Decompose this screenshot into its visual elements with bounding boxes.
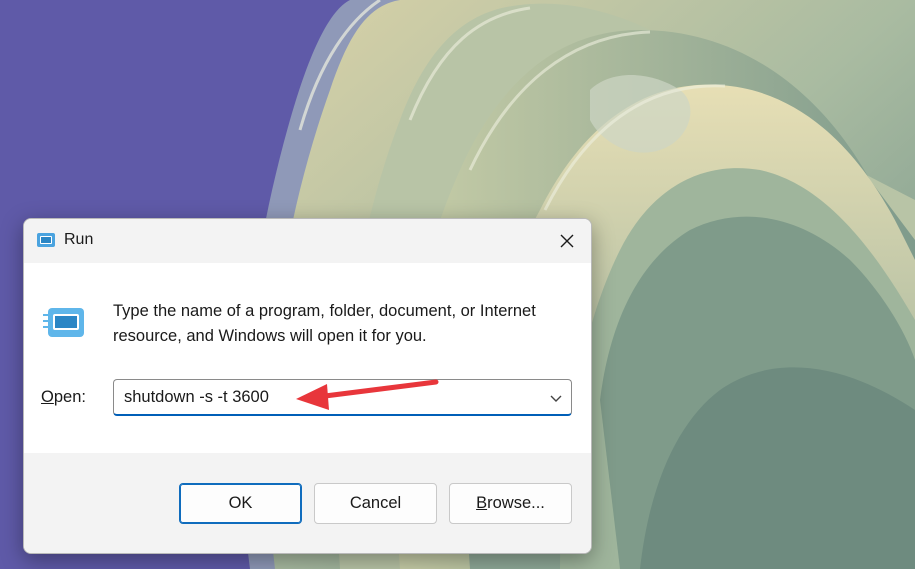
- ok-button[interactable]: OK: [179, 483, 302, 524]
- window-title: Run: [64, 231, 94, 248]
- run-app-icon: [36, 232, 56, 248]
- chevron-down-icon[interactable]: [549, 391, 563, 403]
- open-label: Open:: [41, 388, 86, 407]
- title-bar[interactable]: Run: [24, 219, 591, 263]
- open-combobox[interactable]: [113, 379, 572, 416]
- cancel-button[interactable]: Cancel: [314, 483, 437, 524]
- browse-label-rest: rowse...: [487, 494, 545, 512]
- description-text: Type the name of a program, folder, docu…: [113, 302, 536, 345]
- close-icon: [560, 234, 574, 248]
- browse-button[interactable]: Browse...: [449, 483, 572, 524]
- open-label-rest: pen:: [53, 388, 86, 406]
- run-large-icon: [43, 306, 87, 340]
- close-button[interactable]: [543, 219, 591, 263]
- browse-mnemonic: B: [476, 494, 488, 512]
- button-bar: OK Cancel Browse...: [24, 453, 591, 553]
- open-input[interactable]: [115, 381, 535, 413]
- dialog-body: Type the name of a program, folder, docu…: [24, 263, 591, 453]
- run-dialog: Run Type the name of a program, folder, …: [23, 218, 592, 554]
- open-label-mnemonic: O: [41, 388, 54, 406]
